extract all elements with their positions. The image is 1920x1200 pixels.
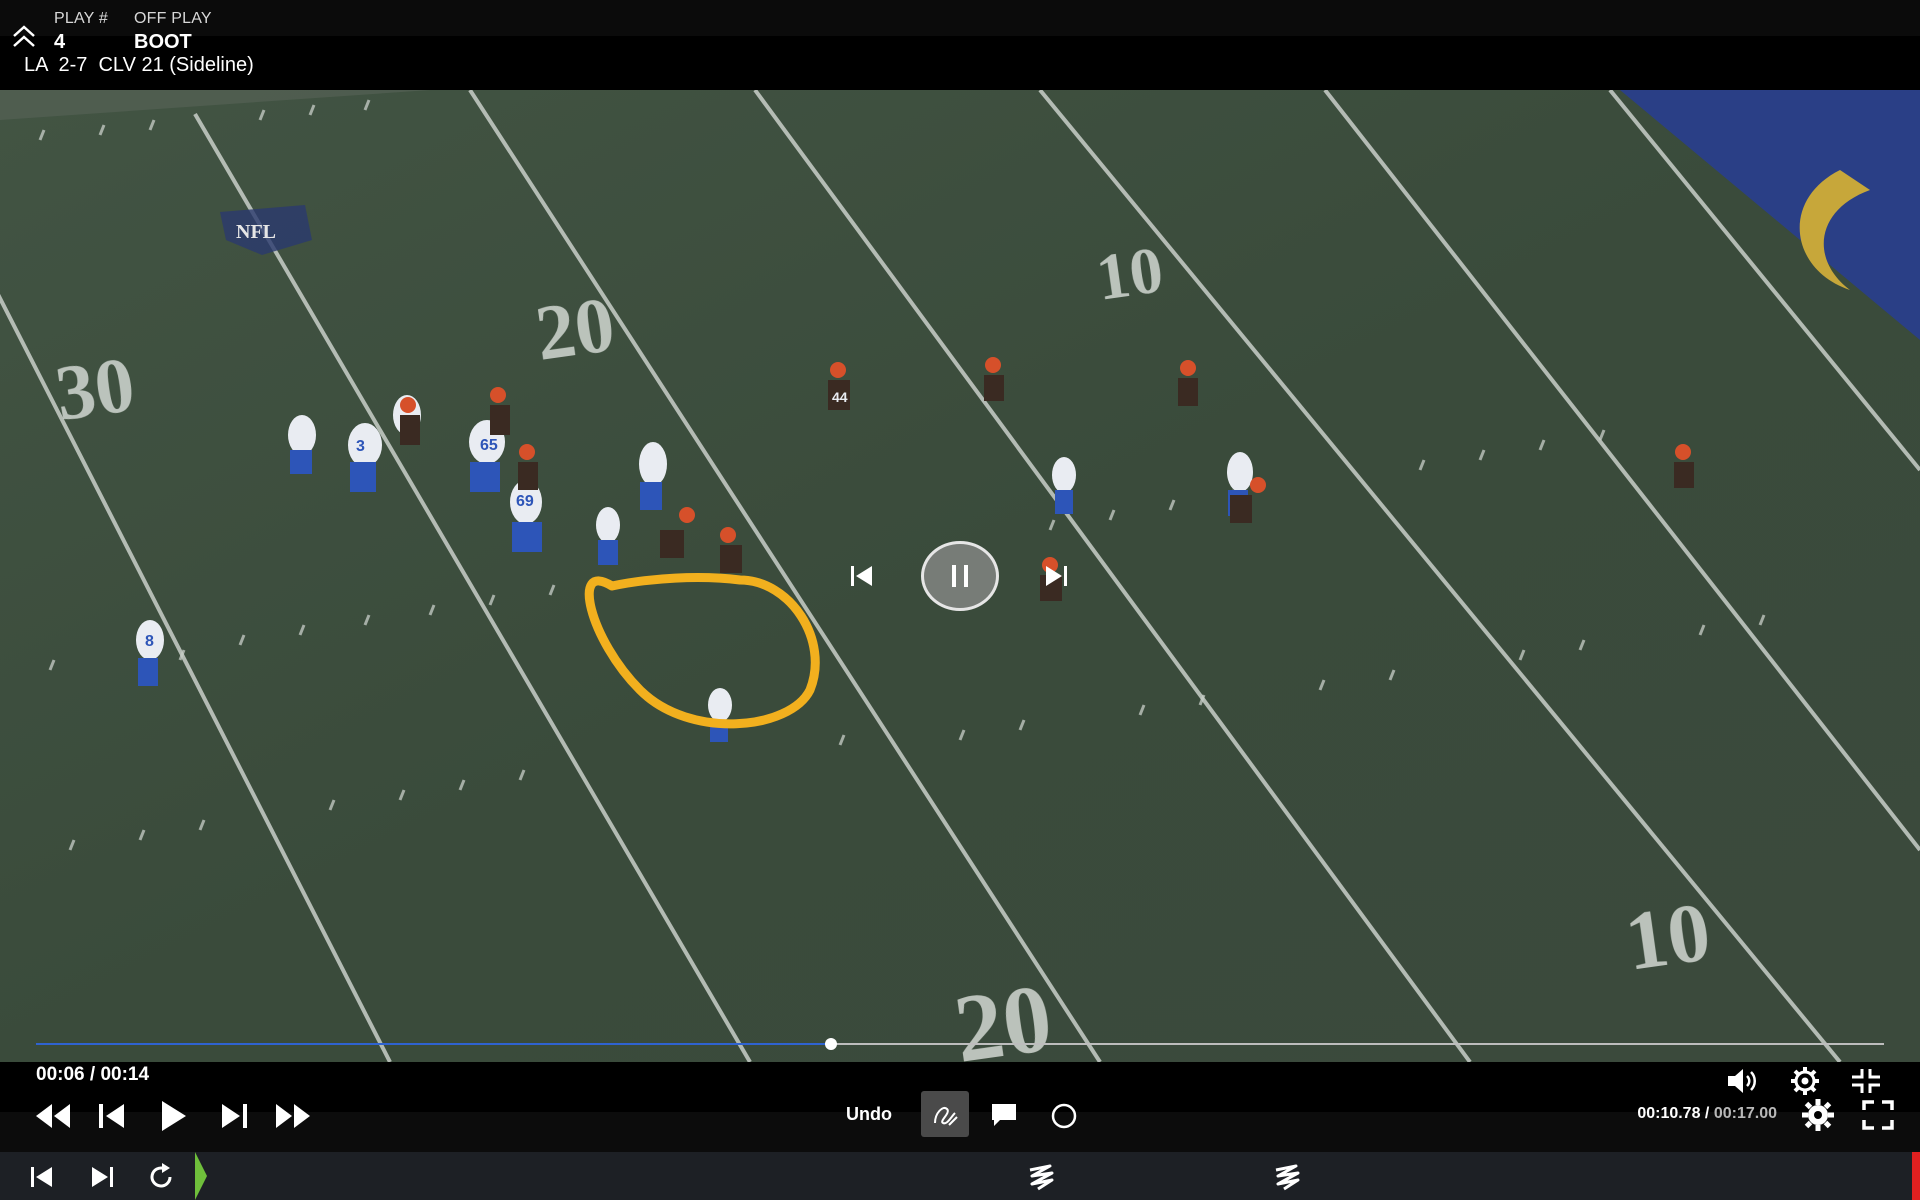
- rewind-button[interactable]: [34, 1100, 72, 1137]
- gear-icon: [1791, 1067, 1819, 1095]
- scrubber-handle[interactable]: [824, 1038, 837, 1050]
- player-controls: 00:06 / 00:14 Undo 00:10.78 / 00:17.00: [0, 1062, 1920, 1152]
- time-total: 00:14: [100, 1064, 150, 1085]
- video-scrubber[interactable]: [36, 1038, 1884, 1050]
- skip-previous-icon: [31, 1167, 52, 1187]
- play-number-label: PLAY #: [54, 10, 108, 27]
- play-icon: [162, 1101, 186, 1131]
- scribble-icon: [1029, 1164, 1054, 1191]
- previous-clip-button[interactable]: [28, 1164, 56, 1195]
- exit-fullscreen-button[interactable]: [1850, 1067, 1882, 1100]
- off-play-value: BOOT: [134, 31, 192, 53]
- yard-number-30: 30: [50, 340, 139, 437]
- clip-time-current: 00:10.78: [1637, 1105, 1701, 1122]
- yard-number-20: 20: [530, 280, 619, 377]
- freehand-pen-icon: [934, 1107, 958, 1126]
- fullscreen-icon: [1862, 1100, 1894, 1130]
- settings-small-button[interactable]: [1790, 1066, 1820, 1101]
- play-number-value: 4: [54, 31, 66, 53]
- clip-timeline[interactable]: [0, 1152, 1920, 1200]
- overlay-previous-button[interactable]: [848, 560, 878, 592]
- clip-time-total: 00:17.00: [1713, 1105, 1777, 1122]
- skip-next-icon: [92, 1167, 113, 1187]
- timeline-drawing-marker-2[interactable]: [1270, 1162, 1304, 1197]
- freehand-pen-button[interactable]: [921, 1091, 969, 1137]
- scribble-icon: [1275, 1164, 1300, 1191]
- time-separator: /: [84, 1064, 101, 1085]
- step-forward-button[interactable]: [218, 1100, 250, 1137]
- comment-tool-button[interactable]: [990, 1102, 1018, 1133]
- yard-number-10: 10: [1092, 233, 1168, 314]
- time-current: 00:06: [36, 1064, 85, 1085]
- gear-icon: [1802, 1099, 1834, 1131]
- circle-tool-button[interactable]: [1050, 1102, 1078, 1135]
- skip-next-icon: [1046, 566, 1067, 586]
- fast-forward-button[interactable]: [274, 1100, 312, 1137]
- yard-number-20-lower: 20: [948, 963, 1058, 1062]
- play-button[interactable]: [158, 1098, 188, 1139]
- step-back-button[interactable]: [96, 1100, 128, 1137]
- circle-tool-icon: [1051, 1103, 1077, 1129]
- clip-time-separator: /: [1700, 1105, 1714, 1122]
- undo-button[interactable]: Undo: [846, 1104, 892, 1125]
- settings-button[interactable]: [1801, 1098, 1835, 1137]
- header-top-band: [0, 0, 1920, 36]
- play-header: PLAY # 4 OFF PLAY BOOT LA 2-7 CLV 21 (Si…: [0, 0, 1920, 90]
- rewind-icon: [36, 1104, 70, 1128]
- svg-text:44: 44: [832, 389, 848, 405]
- fullscreen-button[interactable]: [1862, 1100, 1894, 1135]
- off-play-label: OFF PLAY: [134, 10, 212, 27]
- comment-icon: [992, 1104, 1016, 1126]
- collapse-header-button[interactable]: [10, 22, 42, 50]
- clip-time: 00:10.78 / 00:17.00: [1637, 1105, 1777, 1123]
- svg-text:3: 3: [356, 438, 365, 455]
- svg-text:69: 69: [516, 493, 534, 510]
- scrubber-progress: [36, 1043, 831, 1045]
- timeline-end-marker[interactable]: [1912, 1152, 1920, 1200]
- video-frame[interactable]: 30 20 10 10 20 NFL 3 65 69 8 44: [0, 90, 1920, 1062]
- overlay-pause-button[interactable]: [921, 541, 999, 611]
- replay-button[interactable]: [146, 1162, 176, 1197]
- yard-number-10-lower: 10: [1620, 885, 1716, 989]
- exit-fullscreen-icon: [1852, 1069, 1880, 1093]
- replay-icon: [150, 1163, 172, 1188]
- volume-icon: [1728, 1069, 1756, 1093]
- step-forward-icon: [222, 1104, 247, 1128]
- timeline-start-marker[interactable]: [195, 1152, 207, 1200]
- svg-text:65: 65: [480, 437, 498, 454]
- game-situation: LA 2-7 CLV 21 (Sideline): [24, 54, 254, 76]
- svg-text:NFL: NFL: [236, 221, 276, 243]
- playback-time: 00:06 / 00:14: [36, 1064, 149, 1086]
- pause-icon: [952, 565, 968, 587]
- volume-button[interactable]: [1726, 1067, 1760, 1100]
- skip-previous-icon: [851, 566, 872, 586]
- svg-text:8: 8: [145, 633, 154, 650]
- fast-forward-icon: [276, 1104, 310, 1128]
- video-review-app: PLAY # 4 OFF PLAY BOOT LA 2-7 CLV 21 (Si…: [0, 0, 1920, 1200]
- overlay-next-button[interactable]: [1040, 560, 1070, 592]
- double-chevron-up-icon: [13, 25, 35, 47]
- next-clip-button[interactable]: [88, 1164, 116, 1195]
- step-back-icon: [99, 1104, 124, 1128]
- timeline-drawing-marker[interactable]: [1024, 1162, 1058, 1197]
